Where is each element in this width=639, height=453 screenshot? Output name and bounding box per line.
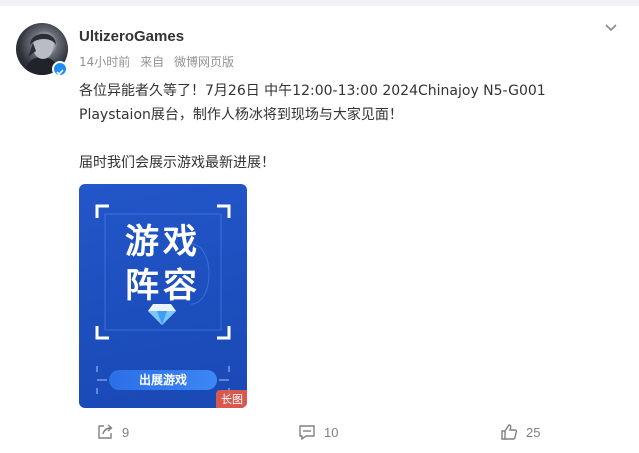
thumbs-up-icon: [500, 423, 518, 441]
post-time[interactable]: 14小时前: [79, 55, 130, 69]
source-prefix: 来自: [140, 55, 165, 69]
image-title-line1: 游戏: [125, 222, 201, 262]
repost-count: 9: [122, 424, 130, 440]
like-button[interactable]: 25: [500, 417, 540, 447]
like-count: 25: [526, 424, 541, 440]
repost-button[interactable]: 9: [96, 417, 129, 447]
post-line: 各位异能者久等了！7月26日 中午12:00-13:00 2024Chinajo…: [79, 83, 546, 99]
post-image[interactable]: 游戏 阵容 出展游戏 长图: [79, 184, 247, 408]
repost-icon: [96, 423, 114, 441]
verified-badge-icon: [52, 61, 68, 77]
username[interactable]: UltizeroGames: [79, 28, 184, 45]
post-line: Playstaion展台，制作人杨冰将到现场与大家见面！: [79, 107, 403, 123]
comment-button[interactable]: 10: [298, 417, 338, 447]
chevron-down-icon[interactable]: [603, 20, 619, 36]
comment-count: 10: [324, 424, 339, 440]
weibo-post-card: UltizeroGames 14小时前 来自 微博网页版 各位异能者久等了！7月…: [0, 6, 639, 453]
long-image-tag: 长图: [216, 390, 247, 408]
comment-icon: [298, 423, 316, 441]
post-text: 各位异能者久等了！7月26日 中午12:00-13:00 2024Chinajo…: [79, 79, 619, 175]
image-banner: 出展游戏: [109, 370, 217, 390]
post-source: 微博网页版: [173, 55, 234, 69]
action-bar: 9 10 25: [0, 417, 639, 447]
post-meta: 14小时前 来自 微博网页版: [79, 53, 240, 70]
post-line: 届时我们会展示游戏最新进展！: [79, 155, 275, 171]
image-title-line2: 阵容: [125, 266, 201, 306]
diamond-icon: [148, 304, 176, 325]
